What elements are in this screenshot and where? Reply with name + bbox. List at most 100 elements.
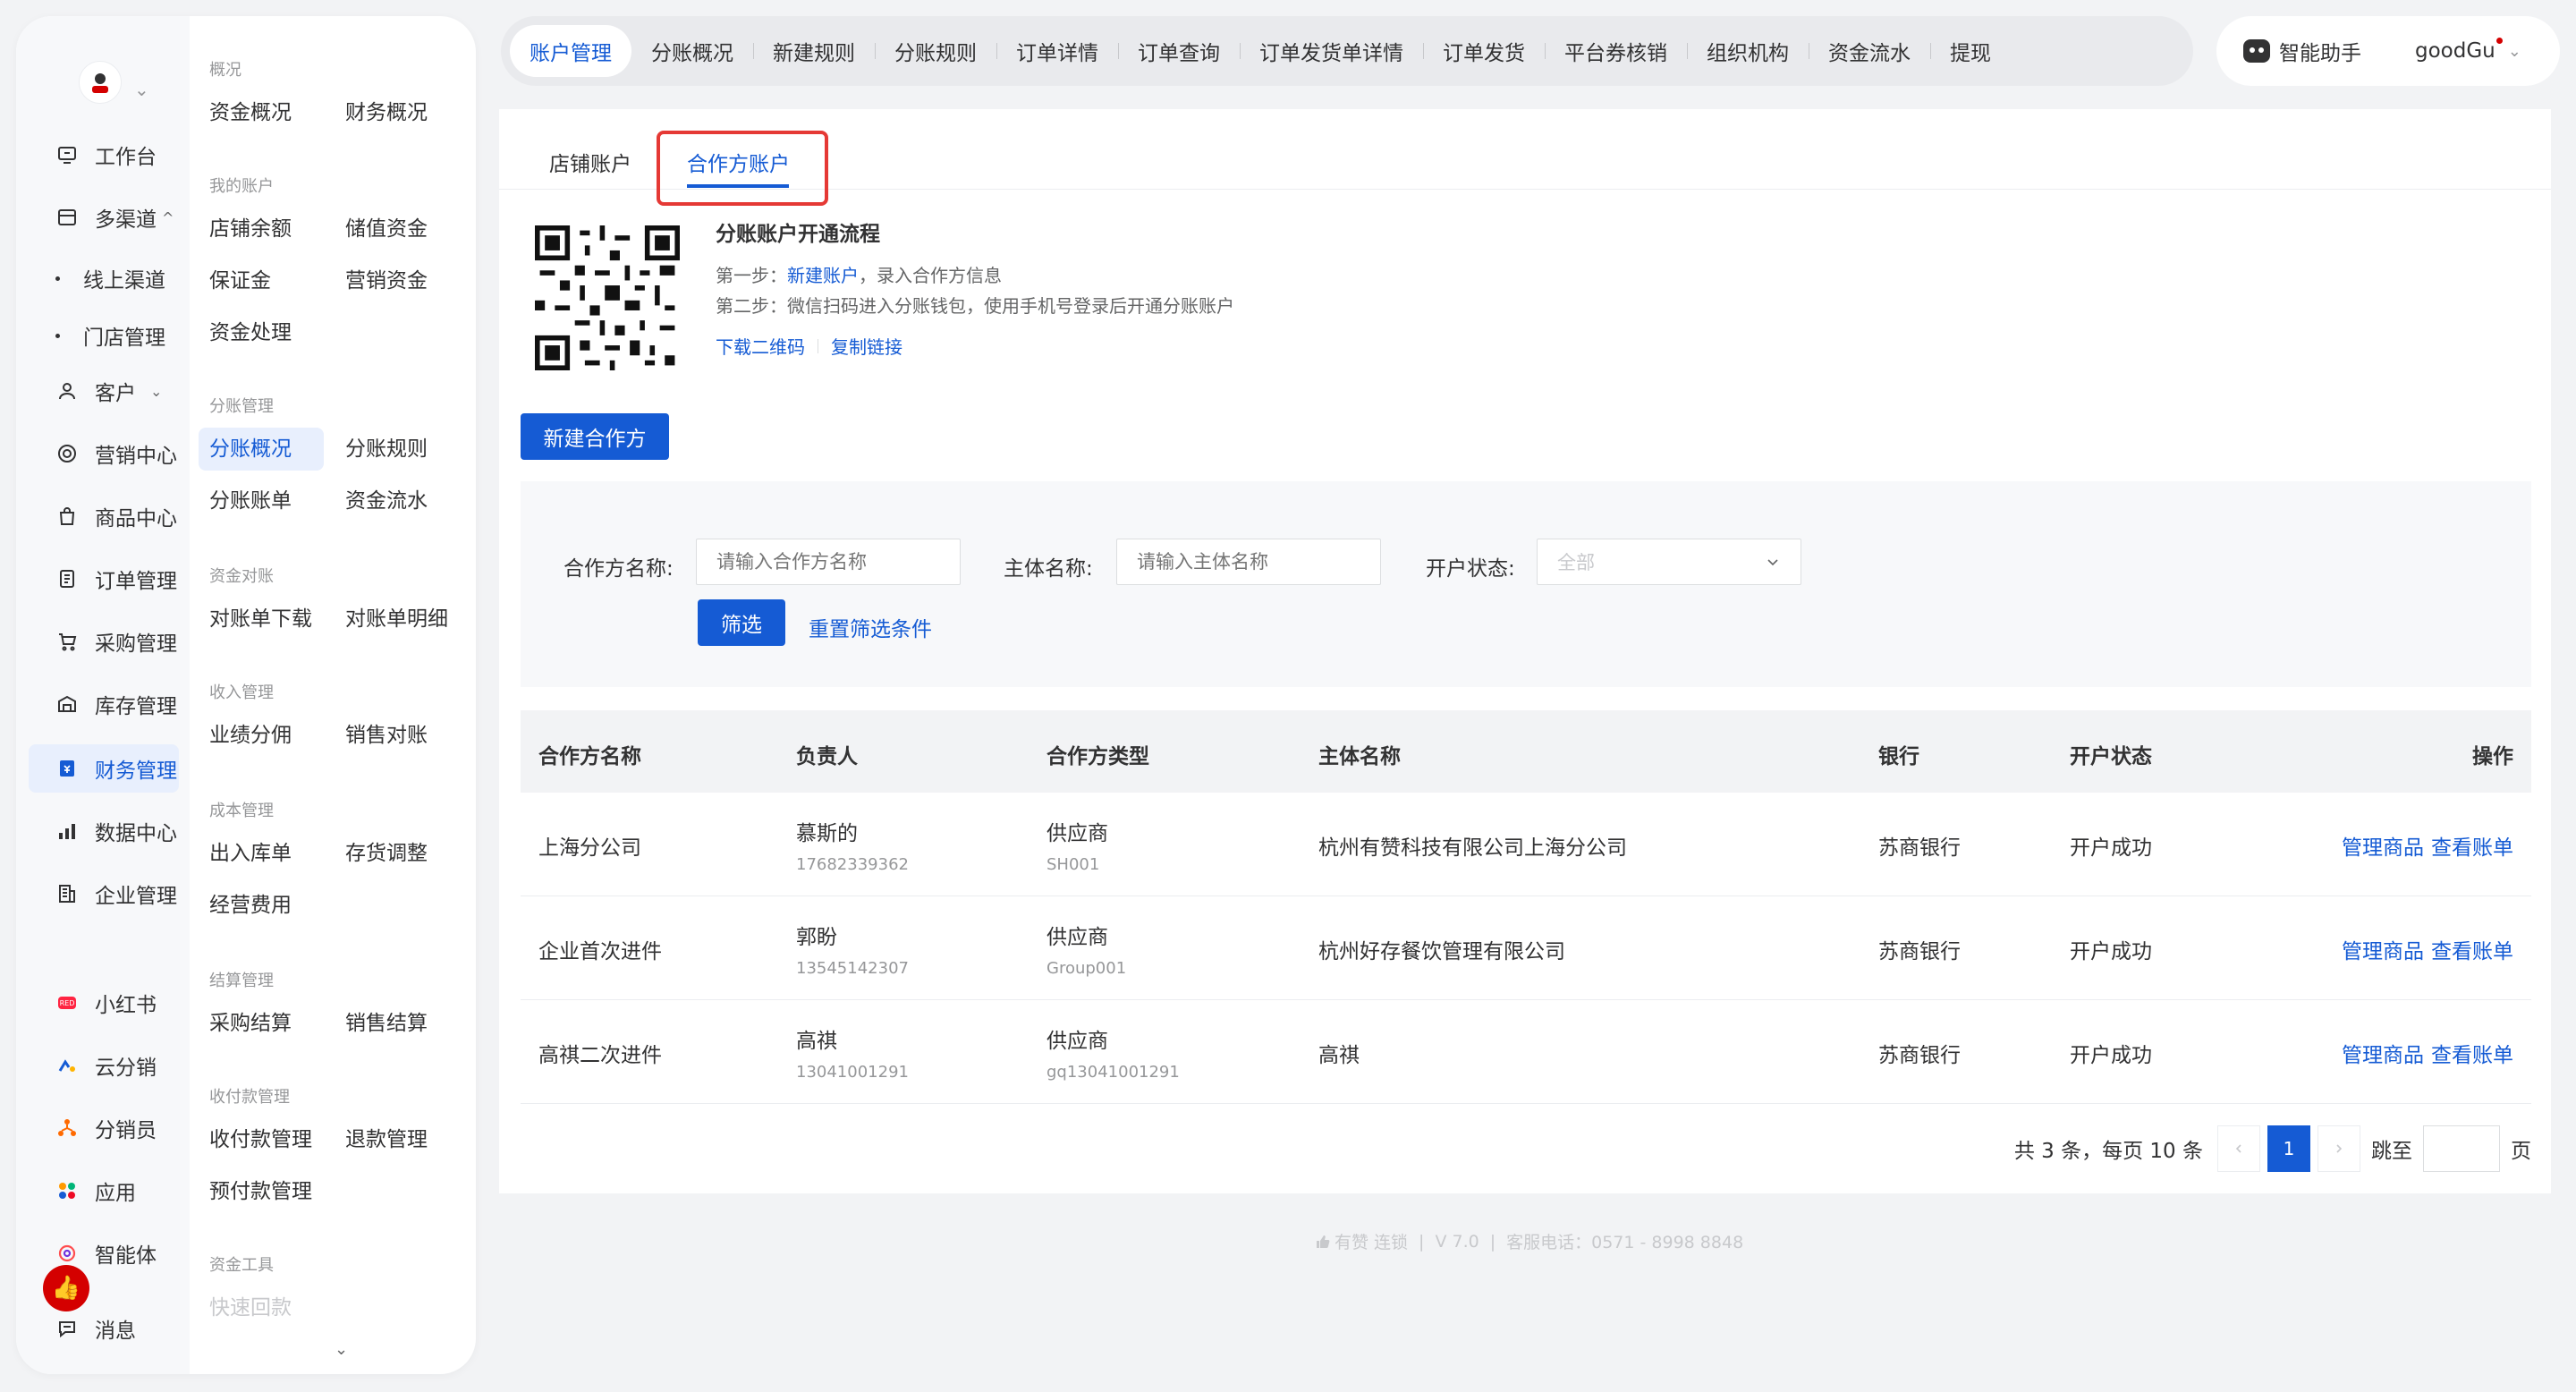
- tab-split-rules[interactable]: 分账规则: [875, 25, 996, 77]
- subnav-link[interactable]: 收付款管理: [199, 1118, 323, 1161]
- subnav-link[interactable]: 经营费用: [199, 884, 302, 927]
- subnav-link[interactable]: 营销资金: [335, 259, 438, 302]
- nav-item-product-center[interactable]: 商品中心: [29, 492, 179, 540]
- nav-item-xiaohongshu[interactable]: RED 小红书: [29, 979, 179, 1027]
- chevron-down-icon[interactable]: ⌄: [335, 1340, 348, 1359]
- tab-order-query[interactable]: 订单查询: [1118, 25, 1240, 77]
- subnav-link[interactable]: 业绩分佣: [199, 714, 302, 757]
- nav-item-finance-management[interactable]: 财务管理: [29, 744, 179, 793]
- tab-store-account[interactable]: 店铺账户: [549, 147, 631, 177]
- download-qr-link[interactable]: 下载二维码: [716, 333, 805, 359]
- subnav-link[interactable]: 店铺余额: [199, 208, 302, 250]
- partner-name-input[interactable]: [696, 539, 961, 585]
- tab-new-rule[interactable]: 新建规则: [753, 25, 875, 77]
- column-header: 银行: [1878, 745, 1919, 768]
- chevron-down-icon[interactable]: ⌄: [2508, 42, 2521, 61]
- nav-item-store-management[interactable]: 门店管理: [55, 320, 165, 351]
- nav-item-message[interactable]: 消息: [29, 1304, 179, 1353]
- tab-order-shipping[interactable]: 订单发货: [1423, 25, 1545, 77]
- assistant-button[interactable]: 智能助手: [2279, 36, 2361, 66]
- page-button-current[interactable]: 1: [2267, 1125, 2310, 1172]
- tab-account-management[interactable]: 账户管理: [510, 25, 631, 77]
- new-account-link[interactable]: 新建账户: [787, 265, 859, 286]
- view-bill-link[interactable]: 查看账单: [2431, 836, 2513, 860]
- entity-name-input[interactable]: [1116, 539, 1381, 585]
- chevron-down-icon[interactable]: ⌄: [134, 79, 149, 100]
- subnav-link[interactable]: 销售对账: [335, 714, 438, 757]
- nav-item-enterprise-management[interactable]: 企业管理: [29, 870, 179, 918]
- nav-item-distributor[interactable]: 分销员: [29, 1104, 179, 1152]
- subnav-link[interactable]: 分账规则: [335, 428, 438, 471]
- manage-products-link[interactable]: 管理商品: [2342, 1044, 2424, 1067]
- nav-item-order-management[interactable]: 订单管理: [29, 555, 179, 603]
- subnav-link[interactable]: 对账单明细: [335, 598, 459, 641]
- jump-page-input[interactable]: [2423, 1125, 2500, 1172]
- subnav-link[interactable]: 保证金: [199, 259, 282, 302]
- next-page-button[interactable]: [2318, 1125, 2360, 1172]
- subnav-link[interactable]: 财务概况: [335, 91, 438, 134]
- tab-shipment-detail[interactable]: 订单发货单详情: [1240, 25, 1423, 77]
- tab-order-detail[interactable]: 订单详情: [996, 25, 1118, 77]
- distributor-icon: [55, 1116, 79, 1140]
- nav-label: 营销中心: [95, 445, 177, 468]
- nav-item-workbench[interactable]: 工作台: [29, 131, 179, 179]
- subnav-link-active[interactable]: 分账概况: [199, 428, 324, 471]
- page-footer: 有赞 连锁 | V 7.0 | 客服电话：0571 - 8998 8848: [1315, 1229, 1743, 1253]
- nav-item-online-channel[interactable]: 线上渠道: [55, 263, 165, 293]
- copy-link[interactable]: 复制链接: [831, 333, 902, 359]
- nav-item-inventory-management[interactable]: 库存管理: [29, 680, 179, 728]
- subnav-link[interactable]: 资金概况: [199, 91, 302, 134]
- nav-item-cloud-distribution[interactable]: 云分销: [29, 1041, 179, 1090]
- subnav-group-title: 资金对账: [209, 567, 274, 586]
- subnav-link[interactable]: 出入库单: [199, 832, 302, 875]
- prev-page-button[interactable]: [2217, 1125, 2260, 1172]
- subnav-link[interactable]: 分账账单: [199, 480, 302, 522]
- subnav-link[interactable]: 快速回款: [199, 1286, 302, 1329]
- subnav-link[interactable]: 采购结算: [199, 1002, 302, 1045]
- subnav-group-title: 收入管理: [209, 683, 274, 702]
- user-menu[interactable]: goodGu: [2415, 38, 2503, 63]
- subnav-link[interactable]: 存货调整: [335, 832, 438, 875]
- agent-icon: [55, 1242, 79, 1265]
- owner-name: 郭盼: [796, 926, 837, 949]
- tab-coupon-verification[interactable]: 平台券核销: [1545, 25, 1687, 77]
- nav-item-multichannel[interactable]: 多渠道 ^: [29, 193, 179, 242]
- subnav-link[interactable]: 销售结算: [335, 1002, 438, 1045]
- manage-products-link[interactable]: 管理商品: [2342, 836, 2424, 860]
- subnav-group-title: 资金工具: [209, 1256, 274, 1275]
- flow-step-1-prefix: 第一步：: [716, 265, 787, 286]
- subnav-link[interactable]: 预付款管理: [199, 1170, 323, 1213]
- page-unit-label: 页: [2511, 1140, 2531, 1163]
- nav-item-data-center[interactable]: 数据中心: [29, 807, 179, 855]
- subnav-link[interactable]: 资金流水: [335, 480, 438, 522]
- nav-label: 订单管理: [95, 570, 177, 593]
- nav-item-customer[interactable]: 客户 ⌄: [29, 367, 179, 415]
- subnav-link[interactable]: 退款管理: [335, 1118, 438, 1161]
- account-status: 开户成功: [2070, 940, 2152, 963]
- nav-item-purchase-management[interactable]: 采购管理: [29, 617, 179, 666]
- nav-item-marketing[interactable]: 营销中心: [29, 429, 179, 478]
- new-partner-button[interactable]: 新建合作方: [521, 413, 669, 460]
- subnav-link[interactable]: 储值资金: [335, 208, 438, 250]
- view-bill-link[interactable]: 查看账单: [2431, 940, 2513, 963]
- subnav-link[interactable]: 资金处理: [199, 311, 302, 354]
- finance-icon: [55, 757, 79, 780]
- type-cell: 供应商 SH001: [1046, 816, 1108, 874]
- avatar[interactable]: [79, 61, 122, 104]
- view-bill-link[interactable]: 查看账单: [2431, 1044, 2513, 1067]
- tab-withdraw[interactable]: 提现: [1930, 25, 2011, 77]
- filter-submit-button[interactable]: 筛选: [698, 599, 785, 646]
- tab-split-overview[interactable]: 分账概况: [631, 25, 753, 77]
- subnav-link[interactable]: 对账单下载: [199, 598, 323, 641]
- tab-fund-flow[interactable]: 资金流水: [1809, 25, 1930, 77]
- column-header: 主体名称: [1318, 745, 1401, 768]
- subnav-group-title: 概况: [209, 61, 242, 80]
- account-status-select[interactable]: 全部: [1537, 539, 1801, 585]
- manage-products-link[interactable]: 管理商品: [2342, 940, 2424, 963]
- partner-type: 供应商: [1046, 926, 1108, 949]
- nav-label: 小红书: [95, 994, 157, 1017]
- reset-filter-link[interactable]: 重置筛选条件: [809, 612, 932, 642]
- nav-label: 工作台: [95, 146, 157, 169]
- nav-item-apps[interactable]: 应用: [29, 1167, 179, 1215]
- tab-organization[interactable]: 组织机构: [1687, 25, 1809, 77]
